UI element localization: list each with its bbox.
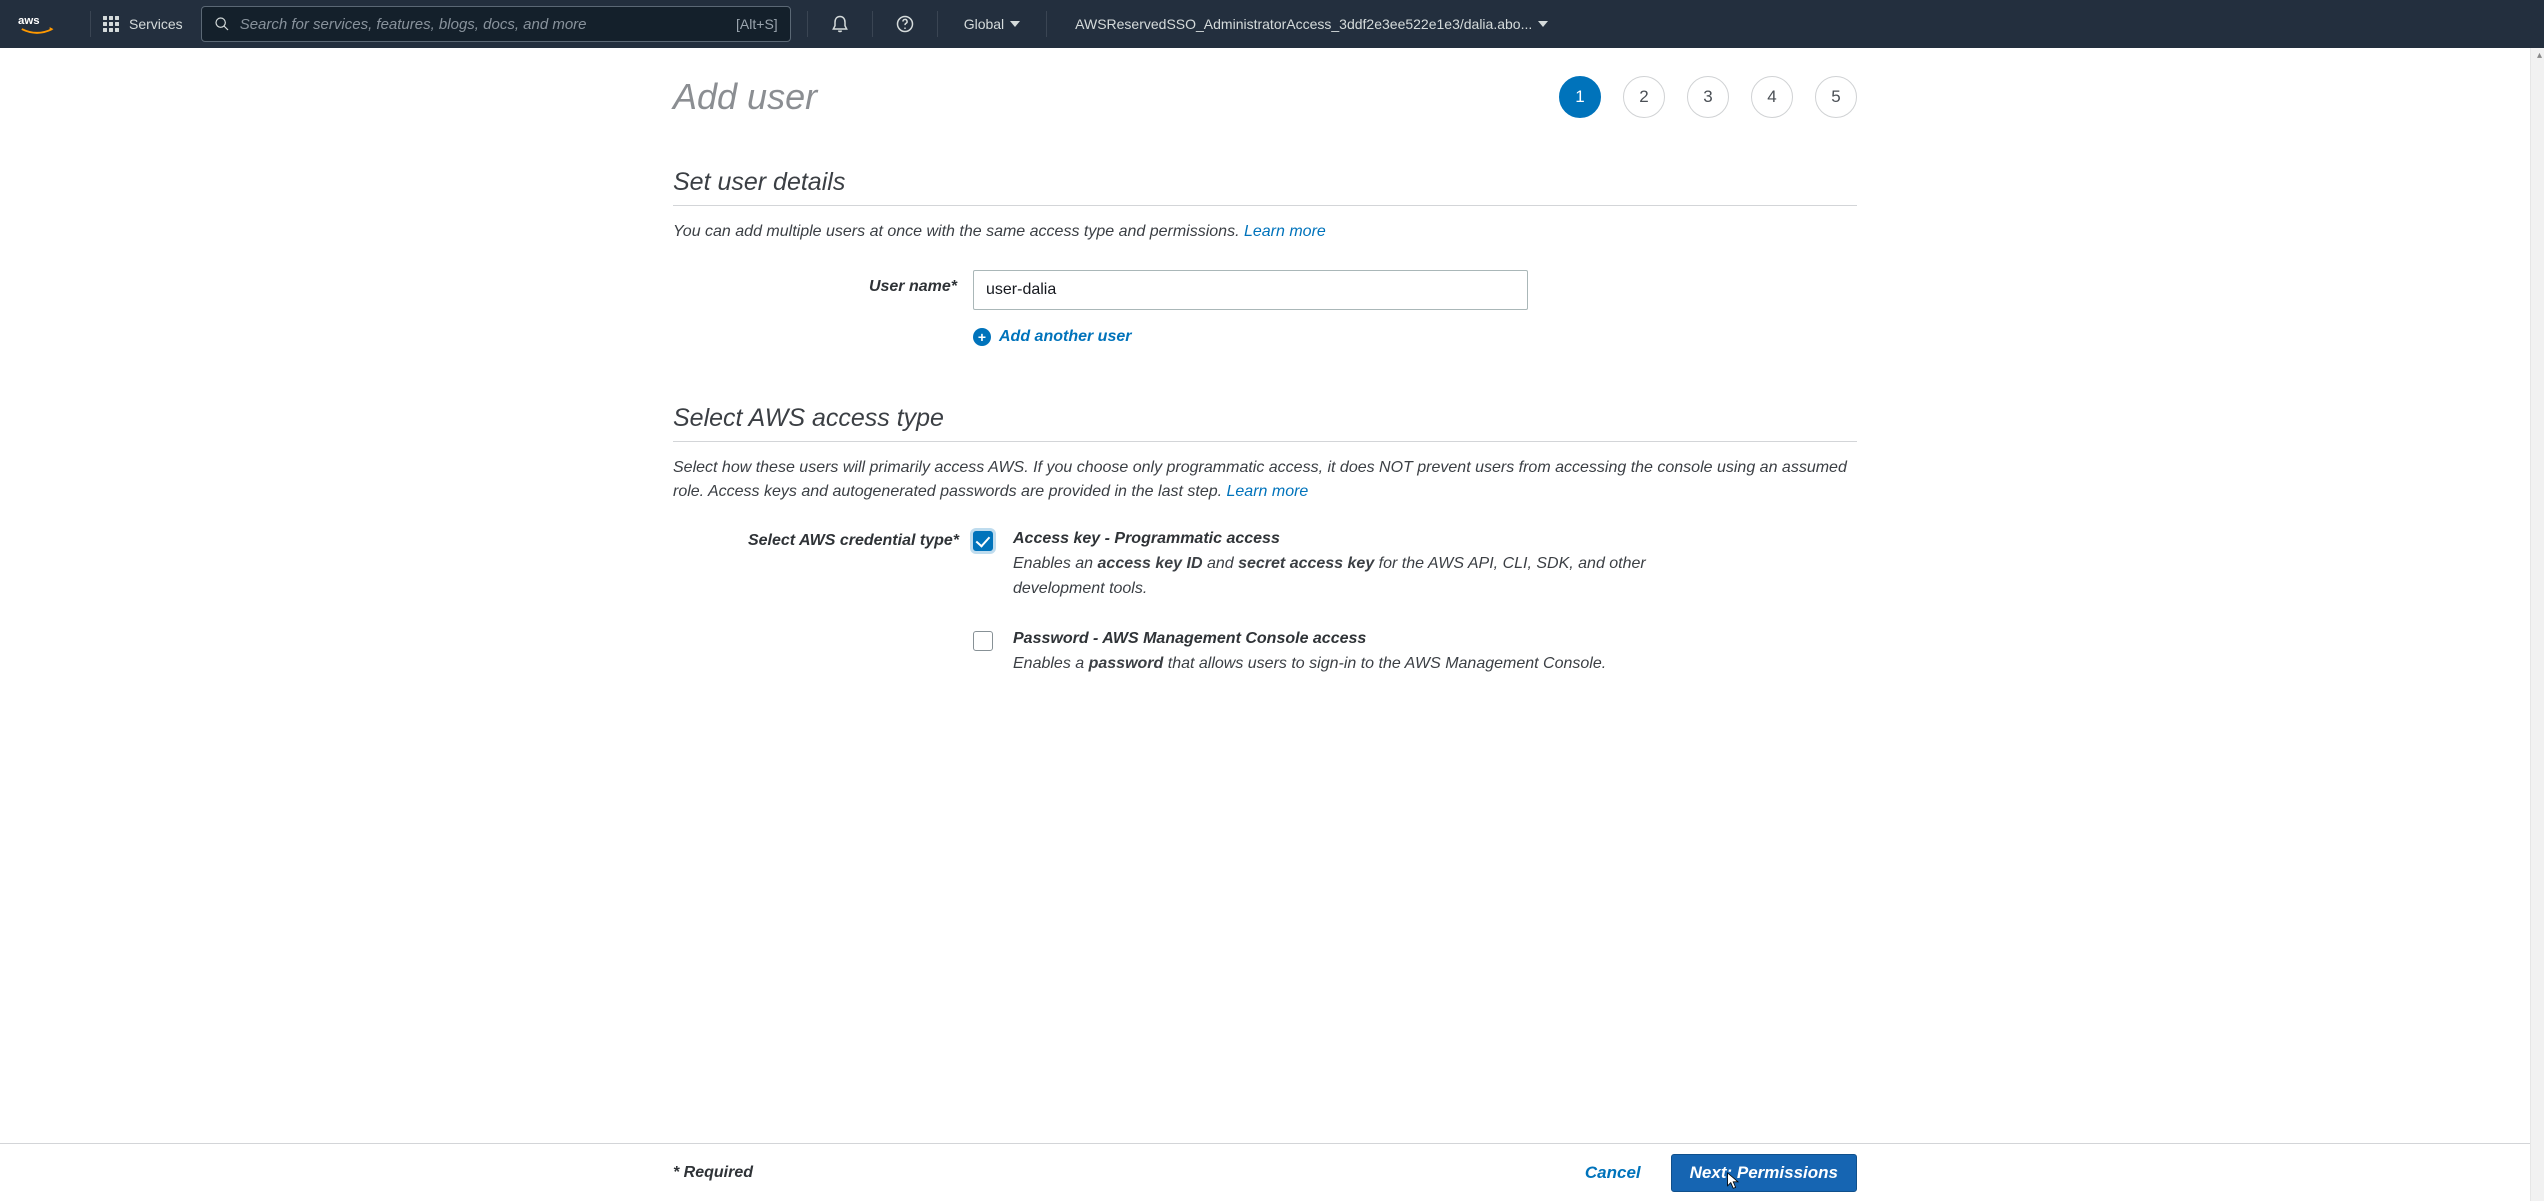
wizard-step-2[interactable]: 2 xyxy=(1623,76,1665,118)
password-checkbox[interactable] xyxy=(973,631,993,651)
bell-icon xyxy=(830,14,850,34)
nav-divider xyxy=(90,11,91,37)
nav-divider xyxy=(1046,11,1047,37)
help-icon xyxy=(895,14,915,34)
nav-divider xyxy=(872,11,873,37)
wizard-footer: * Required Cancel Next: Permissions xyxy=(0,1143,2530,1201)
access-key-desc: Enables an access key ID and secret acce… xyxy=(1013,552,1733,602)
notifications-button[interactable] xyxy=(820,14,860,34)
services-label: Services xyxy=(129,16,183,32)
select-access-type-heading: Select AWS access type xyxy=(673,404,1857,442)
caret-down-icon xyxy=(1010,21,1020,27)
password-title: Password - AWS Management Console access xyxy=(1013,630,1857,648)
wizard-step-5[interactable]: 5 xyxy=(1815,76,1857,118)
aws-logo[interactable]: aws xyxy=(18,12,56,36)
required-note: * Required xyxy=(673,1164,753,1182)
help-button[interactable] xyxy=(885,14,925,34)
search-shortcut: [Alt+S] xyxy=(736,16,778,32)
access-key-checkbox[interactable] xyxy=(973,531,993,551)
learn-more-link[interactable]: Learn more xyxy=(1244,223,1326,240)
nav-divider xyxy=(937,11,938,37)
plus-circle-icon: + xyxy=(973,328,991,346)
vertical-scrollbar[interactable]: ▴ xyxy=(2530,48,2544,1201)
add-another-user-button[interactable]: + Add another user xyxy=(973,328,1857,346)
learn-more-link[interactable]: Learn more xyxy=(1227,483,1309,500)
credential-type-label: Select AWS credential type* xyxy=(673,530,973,550)
username-input[interactable] xyxy=(973,270,1528,310)
wizard-steps: 1 2 3 4 5 xyxy=(1559,76,1857,118)
cancel-button[interactable]: Cancel xyxy=(1585,1163,1641,1183)
region-selector[interactable]: Global xyxy=(950,16,1034,32)
global-search[interactable]: [Alt+S] xyxy=(201,6,791,42)
select-access-type-desc: Select how these users will primarily ac… xyxy=(673,456,1857,504)
wizard-step-3[interactable]: 3 xyxy=(1687,76,1729,118)
top-nav: aws Services [Alt+S] xyxy=(0,0,2544,48)
search-icon xyxy=(214,16,230,32)
access-key-title: Access key - Programmatic access xyxy=(1013,530,1857,548)
svg-text:aws: aws xyxy=(18,15,40,27)
next-permissions-button[interactable]: Next: Permissions xyxy=(1671,1154,1857,1192)
add-another-user-label: Add another user xyxy=(999,328,1131,346)
nav-divider xyxy=(807,11,808,37)
account-label: AWSReservedSSO_AdministratorAccess_3ddf2… xyxy=(1075,16,1532,32)
scroll-up-arrow-icon[interactable]: ▴ xyxy=(2537,50,2542,61)
account-menu[interactable]: AWSReservedSSO_AdministratorAccess_3ddf2… xyxy=(1059,16,1558,32)
page-title: Add user xyxy=(673,76,817,118)
services-grid-icon xyxy=(103,16,119,32)
username-label: User name* xyxy=(673,270,973,296)
wizard-step-4[interactable]: 4 xyxy=(1751,76,1793,118)
services-menu-button[interactable]: Services xyxy=(103,16,183,32)
password-desc: Enables a password that allows users to … xyxy=(1013,652,1733,677)
set-user-details-desc: You can add multiple users at once with … xyxy=(673,220,1857,244)
search-input[interactable] xyxy=(240,16,726,33)
set-user-details-heading: Set user details xyxy=(673,168,1857,206)
caret-down-icon xyxy=(1538,21,1548,27)
region-label: Global xyxy=(964,16,1004,32)
wizard-step-1[interactable]: 1 xyxy=(1559,76,1601,118)
